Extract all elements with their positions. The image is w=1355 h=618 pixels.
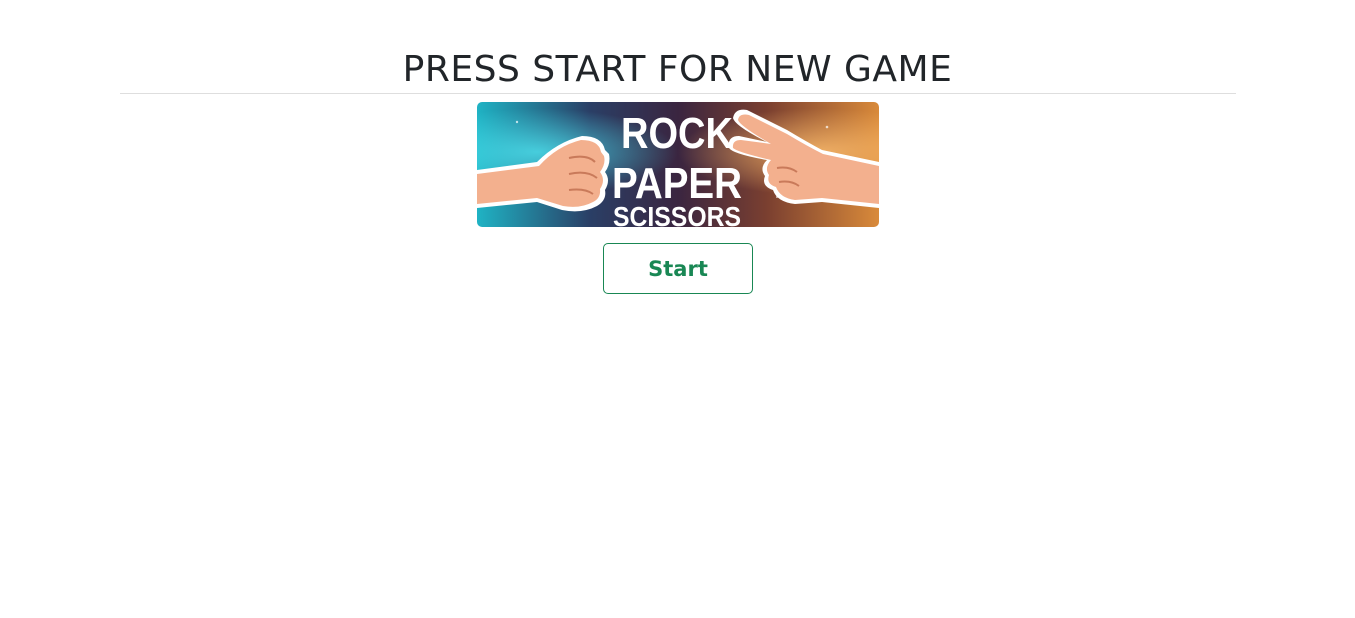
- page-title: PRESS START FOR NEW GAME: [402, 49, 953, 90]
- banner-rock-text: ROCK: [621, 109, 733, 158]
- game-page: PRESS START FOR NEW GAME ROCK PAPER SCIS…: [0, 0, 1355, 618]
- start-button[interactable]: Start: [603, 243, 753, 294]
- title-divider: [120, 93, 1236, 94]
- banner-scissors-text: SCISSORS: [613, 201, 741, 227]
- rock-paper-scissors-banner: ROCK PAPER SCISSORS: [477, 102, 879, 227]
